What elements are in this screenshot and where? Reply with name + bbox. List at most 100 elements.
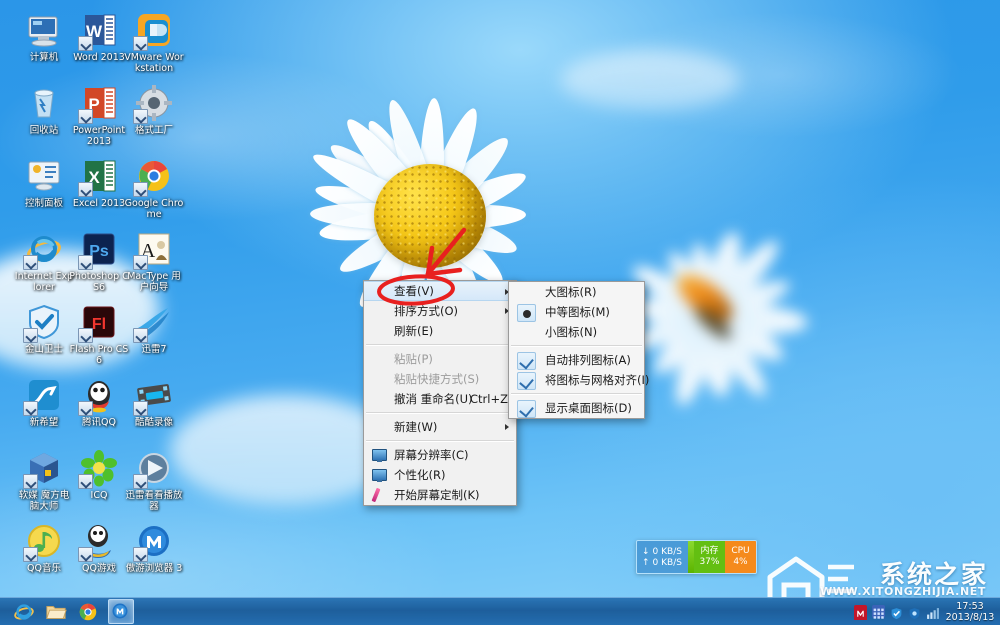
shortcut-overlay-icon: [78, 36, 93, 51]
flash-pro-icon: Fl: [79, 302, 119, 342]
desktop-icon-label: 迅雷看看播放器: [124, 490, 184, 512]
desktop-icon-label: 软媒 魔方电脑大师: [14, 490, 74, 512]
shortcut-overlay-icon: [133, 109, 148, 124]
menu-separator: [366, 440, 514, 442]
desktop-icon[interactable]: ICQ: [69, 448, 129, 501]
shield-tray-icon[interactable]: [890, 605, 903, 618]
desktop-icon[interactable]: 腾讯QQ: [69, 375, 129, 428]
view-submenu-item[interactable]: 将图标与网格对齐(I): [509, 370, 644, 390]
desktop-icon[interactable]: 金山卫士: [14, 302, 74, 355]
desktop-icon[interactable]: WWord 2013: [69, 10, 129, 63]
context-menu-item-label: 开始屏幕定制(K): [394, 488, 480, 502]
desktop-icon[interactable]: 控制面板: [14, 156, 74, 209]
network-rates: ↓ 0 KB/S ↑ 0 KB/S: [637, 541, 688, 573]
view-submenu-item[interactable]: 中等图标(M): [509, 302, 644, 322]
shortcut-overlay-icon: [78, 474, 93, 489]
context-menu-item[interactable]: 新建(W): [364, 417, 516, 437]
shortcut-overlay-icon: [78, 401, 93, 416]
desktop-icon[interactable]: XExcel 2013: [69, 156, 129, 209]
desktop-icon[interactable]: 傲游浏览器 3: [124, 521, 184, 574]
network-monitor-widget[interactable]: ↓ 0 KB/S ↑ 0 KB/S 内存 37% CPU 4%: [636, 540, 757, 574]
qq-music-icon: [24, 521, 64, 561]
desktop-icon-label: Google Chrome: [124, 198, 184, 220]
view-submenu-item-label: 中等图标(M): [545, 305, 610, 319]
desktop-icon-label: 酷酷录像: [124, 417, 184, 428]
desktop-icon[interactable]: 迅雷7: [124, 302, 184, 355]
memory-label: 内存: [700, 546, 718, 557]
submenu-separator: [511, 393, 642, 395]
checkmark-icon: [517, 372, 536, 390]
desktop-icon[interactable]: PPowerPoint 2013: [69, 83, 129, 147]
desktop-icon[interactable]: Google Chrome: [124, 156, 184, 220]
shortcut-overlay-icon: [23, 547, 38, 562]
context-menu-item[interactable]: 刷新(E): [364, 321, 516, 341]
desktop-icon-label: 回收站: [14, 125, 74, 136]
view-submenu-item-label: 小图标(N): [545, 325, 597, 339]
maxthon-tray-icon[interactable]: [854, 605, 867, 618]
desktop-icon[interactable]: 迅雷看看播放器: [124, 448, 184, 512]
context-menu-item[interactable]: 查看(V): [364, 281, 516, 301]
desktop-icon[interactable]: 回收站: [14, 83, 74, 136]
system-tray: 17:53 2013/8/13: [854, 598, 996, 625]
context-menu-item[interactable]: 撤消 重命名(U)Ctrl+Z: [364, 389, 516, 409]
desktop-icon[interactable]: 计算机: [14, 10, 74, 63]
desktop-icon[interactable]: Internet Explorer: [14, 229, 74, 293]
desktop-icon[interactable]: 格式工厂: [124, 83, 184, 136]
context-menu-item-label: 粘贴快捷方式(S): [394, 372, 479, 386]
desktop-icon[interactable]: AMacType 用户向导: [124, 229, 184, 293]
context-menu-item: 粘贴快捷方式(S): [364, 369, 516, 389]
shortcut-overlay-icon: [23, 401, 38, 416]
desktop-icon[interactable]: PsPhotoshop CS6: [69, 229, 129, 293]
desktop-icon[interactable]: QQ游戏: [69, 521, 129, 574]
taskbar-quick-launch: [12, 598, 134, 625]
desktop-icon[interactable]: 软媒 魔方电脑大师: [14, 448, 74, 512]
context-menu-item-label: 排序方式(O): [394, 304, 458, 318]
desktop-context-menu[interactable]: 查看(V)排序方式(O)刷新(E)粘贴(P)粘贴快捷方式(S)撤消 重命名(U)…: [363, 280, 517, 506]
checkmark-icon: [517, 352, 536, 370]
new-hope-icon: [24, 375, 64, 415]
desktop-icon-label: MacType 用户向导: [124, 271, 184, 293]
maxthon-taskbar-icon[interactable]: [108, 599, 134, 624]
ie-taskbar-icon[interactable]: [12, 600, 36, 623]
desktop-icon[interactable]: 酷酷录像: [124, 375, 184, 428]
context-menu-item[interactable]: 开始屏幕定制(K): [364, 485, 516, 505]
view-submenu-item[interactable]: 大图标(R): [509, 282, 644, 302]
desktop-icon-label: VMware Workstation: [124, 52, 184, 74]
submenu-separator: [511, 345, 642, 347]
taskbar-clock[interactable]: 17:53 2013/8/13: [944, 601, 996, 623]
computer-icon: [24, 10, 64, 50]
view-submenu-item[interactable]: 小图标(N): [509, 322, 644, 342]
cpu-label: CPU: [731, 546, 749, 557]
kingsoft-guard-icon: [24, 302, 64, 342]
network-tray-icon[interactable]: [926, 605, 939, 618]
view-submenu[interactable]: 大图标(R) 中等图标(M) 小图标(N) 自动排列图标(A)将图标与网格对齐(I) 显…: [508, 281, 645, 419]
explorer-taskbar-icon[interactable]: [44, 600, 68, 623]
view-submenu-item[interactable]: 自动排列图标(A): [509, 350, 644, 370]
context-menu-item[interactable]: 屏幕分辨率(C): [364, 445, 516, 465]
desktop-icon-label: QQ游戏: [69, 563, 129, 574]
context-menu-item[interactable]: 个性化(R): [364, 465, 516, 485]
checkmark-icon: [517, 400, 536, 418]
excel-icon: X: [79, 156, 119, 196]
shortcut-overlay-icon: [78, 328, 93, 343]
context-menu-item[interactable]: 排序方式(O): [364, 301, 516, 321]
kingsoft-tray-icon[interactable]: [908, 605, 921, 618]
desktop-icon-label: PowerPoint 2013: [69, 125, 129, 147]
download-arrow-icon: ↓: [642, 547, 650, 557]
view-submenu-item-label: 大图标(R): [545, 285, 596, 299]
powerpoint-icon: P: [79, 83, 119, 123]
view-submenu-item[interactable]: 显示桌面图标(D): [509, 398, 644, 418]
desktop-icon[interactable]: VMware Workstation: [124, 10, 184, 74]
desktop-icon[interactable]: FlFlash Pro CS6: [69, 302, 129, 366]
desktop-icon[interactable]: QQ音乐: [14, 521, 74, 574]
chrome-taskbar-icon[interactable]: [76, 600, 100, 623]
vmware-icon: [134, 10, 174, 50]
kuku-recorder-icon: [134, 375, 174, 415]
taskbar[interactable]: 17:53 2013/8/13: [0, 597, 1000, 625]
pen-icon: [371, 488, 386, 502]
photoshop-icon: Ps: [79, 229, 119, 269]
shortcut-overlay-icon: [78, 182, 93, 197]
desktop-icon[interactable]: 新希望: [14, 375, 74, 428]
monitor-icon: [371, 448, 386, 462]
grid-tray-icon[interactable]: [872, 605, 885, 618]
